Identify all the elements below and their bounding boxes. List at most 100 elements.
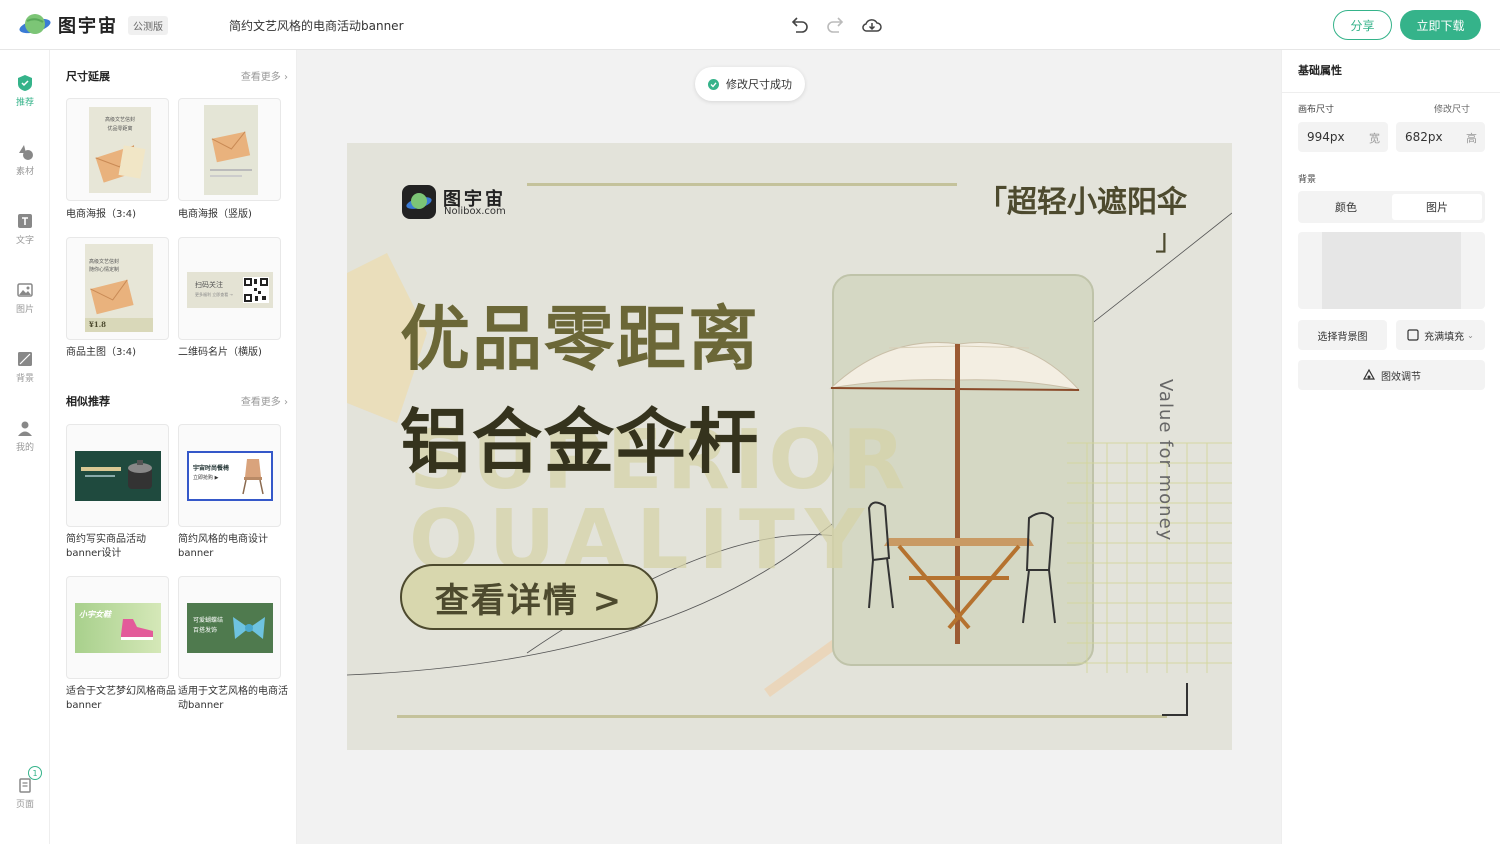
poster-preview: 高级文艺信封 优品零距离: [89, 107, 151, 193]
template-thumb[interactable]: [178, 98, 281, 201]
size-extend-title: 尺寸延展: [66, 70, 110, 83]
banner-title: 宇宙时尚餐椅: [193, 465, 230, 472]
download-button[interactable]: 立即下载: [1400, 10, 1481, 40]
page-count-badge: 1: [28, 766, 42, 780]
umbrella-table-image: [829, 341, 1081, 644]
envelope-image: [210, 131, 252, 177]
toast-notification: 修改尺寸成功: [695, 67, 805, 101]
qr-code-icon: [243, 277, 269, 303]
headline-1: 优品零距离: [400, 297, 760, 380]
background-type-tabs: 颜色 图片: [1298, 191, 1485, 223]
poster-preview: 高级文艺信封 随你心情定制 ¥1.8: [85, 244, 153, 332]
beta-badge: 公测版: [128, 16, 168, 35]
chevron-down-icon: ⌄: [1467, 330, 1474, 340]
thumb-caption: 适用于文艺风格的电商活动banner: [178, 686, 288, 711]
thumb-caption: 商品主图（3:4): [66, 347, 136, 358]
rail-item-recommend[interactable]: 推荐: [0, 74, 50, 108]
success-check-icon: [708, 78, 719, 90]
cloud-save-icon[interactable]: [861, 14, 883, 36]
size-extend-more-link[interactable]: 查看更多 ›: [241, 68, 288, 83]
banner-preview: 宇宙时尚餐椅 立即抢购 ▶: [187, 451, 273, 501]
template-thumb[interactable]: 小宇女鞋: [66, 576, 169, 679]
rail-label-background: 背景: [15, 374, 34, 384]
width-unit: 宽: [1369, 132, 1380, 145]
template-thumb[interactable]: 扫码关注 更多福利 立即查看 →: [178, 237, 281, 340]
rail-label-material: 素材: [15, 167, 34, 177]
rail-item-image[interactable]: 图片: [0, 281, 50, 315]
banner-title: 可爱蝴蝶结: [193, 617, 224, 624]
width-field[interactable]: 994px 宽: [1298, 122, 1388, 152]
logo[interactable]: 图宇宙: [18, 11, 118, 39]
effect-adjust-label: 图效调节: [1381, 371, 1421, 383]
thumb-caption: 简约风格的电商设计banner: [178, 534, 268, 559]
user-icon: [18, 421, 32, 436]
poster-preview: [204, 105, 258, 195]
thumb-caption: 适合于文艺梦幻风格商品banner: [66, 686, 176, 711]
rail-item-material[interactable]: 素材: [0, 143, 50, 177]
tab-image[interactable]: 图片: [1392, 194, 1482, 220]
rail-item-text[interactable]: 文字: [0, 212, 50, 246]
rail-item-mine[interactable]: 我的: [0, 419, 50, 453]
card-title: 扫码关注: [195, 281, 223, 289]
document-title[interactable]: 简约文艺风格的电商活动banner: [229, 17, 404, 34]
background-thumbnail: [1322, 232, 1461, 309]
chevron-right-icon: ›: [284, 72, 288, 83]
rail-label-text: 文字: [15, 236, 34, 246]
rice-cooker-image: [128, 460, 152, 489]
canvas-size-label: 画布尺寸: [1298, 105, 1335, 115]
height-field[interactable]: 682px 高: [1396, 122, 1485, 152]
thumb-caption: 电商海报（竖版): [178, 209, 252, 220]
tab-color[interactable]: 颜色: [1301, 194, 1391, 220]
more-label: 查看更多: [240, 397, 281, 408]
background-label: 背景: [1298, 175, 1317, 185]
shapes-icon: [19, 145, 33, 160]
tool-rail: 推荐 素材 文字 图片 背景 我的 页面 1: [0, 50, 50, 844]
text-icon: [18, 214, 32, 228]
bow-image: [233, 617, 265, 639]
design-banner[interactable]: 图宇宙 Nolibox.com 「超轻小遮阳伞 」 SUPERIOR QUALI…: [347, 143, 1232, 750]
rail-item-pages[interactable]: 页面: [0, 776, 50, 810]
toast-text: 修改尺寸成功: [726, 78, 792, 91]
height-unit: 高: [1466, 132, 1477, 145]
vertical-slogan: Value for money: [1155, 379, 1176, 542]
thumb-caption: 电商海报（3:4): [66, 209, 136, 220]
product-tag-close: 」: [1155, 223, 1185, 258]
view-details-button[interactable]: 查看详情 >: [400, 564, 658, 630]
template-thumb[interactable]: 宇宙时尚餐椅 立即抢购 ▶: [178, 424, 281, 527]
effect-icon: [1362, 368, 1376, 380]
redo-icon[interactable]: [825, 14, 847, 36]
brand-url: Nolibox.com: [444, 206, 506, 217]
share-button[interactable]: 分享: [1333, 10, 1392, 40]
banner-title: 小宇女鞋: [79, 610, 111, 619]
height-value: 682px: [1405, 130, 1443, 144]
headline-2: 铝合金伞杆: [400, 400, 760, 483]
planet-logo-icon: [19, 14, 51, 34]
template-thumb[interactable]: 可爱蝴蝶结 百搭发饰: [178, 576, 281, 679]
template-thumb[interactable]: 高级文艺信封 优品零距离: [66, 98, 169, 201]
similar-more-link[interactable]: 查看更多 ›: [241, 393, 288, 408]
banner-subtitle: 百搭发饰: [193, 627, 218, 634]
choose-background-button[interactable]: 选择背景图: [1298, 320, 1387, 350]
properties-panel: 基础属性 画布尺寸 修改尺寸 994px 宽 682px 高 背景 颜色 图片 …: [1281, 50, 1500, 844]
resize-link[interactable]: 修改尺寸: [1434, 102, 1470, 115]
image-icon: [17, 283, 33, 297]
poster-price: ¥1.8: [89, 320, 107, 329]
background-preview[interactable]: [1298, 232, 1485, 309]
fill-mode-select[interactable]: 充满填充 ⌄: [1396, 320, 1485, 350]
recommend-icon: [18, 75, 32, 91]
rail-item-background[interactable]: 背景: [0, 350, 50, 384]
background-icon: [18, 352, 32, 366]
template-thumb[interactable]: 高级文艺信封 随你心情定制 ¥1.8: [66, 237, 169, 340]
similar-title: 相似推荐: [66, 395, 110, 408]
brand-logo-icon: [402, 185, 436, 219]
width-value: 994px: [1307, 130, 1345, 144]
effect-adjust-button[interactable]: 图效调节: [1298, 360, 1485, 390]
envelope-image: [95, 145, 146, 183]
rail-label-recommend: 推荐: [15, 98, 34, 108]
fill-icon: [1407, 329, 1419, 341]
thumb-caption: 二维码名片（横版): [178, 347, 262, 358]
undo-icon[interactable]: [788, 14, 810, 36]
template-thumb[interactable]: [66, 424, 169, 527]
top-bar: 图宇宙 公测版 简约文艺风格的电商活动banner 分享 立即下载: [0, 0, 1500, 50]
banner-preview: [75, 451, 161, 501]
